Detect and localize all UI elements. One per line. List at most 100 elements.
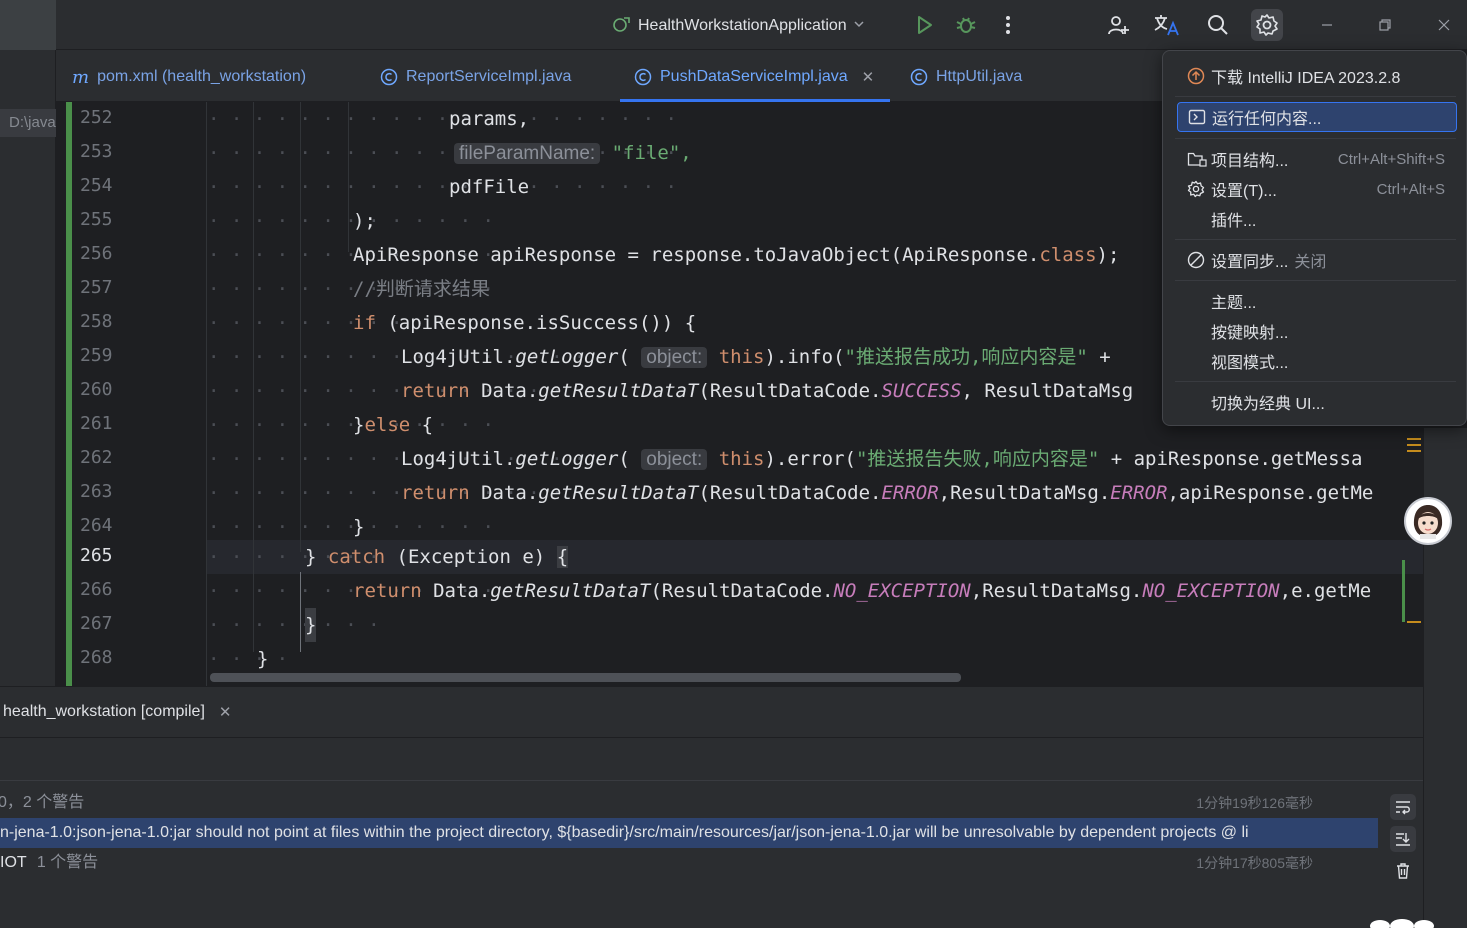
- line-number: 252: [80, 107, 113, 128]
- line-number: 265: [80, 545, 113, 566]
- run-configuration-label: HealthWorkstationApplication: [638, 17, 847, 34]
- tab-label: pom.xml (health_workstation): [97, 68, 307, 85]
- code-line-268: · · · · }: [208, 648, 289, 670]
- menu-item-download-update[interactable]: 下载 IntelliJ IDEA 2023.2.8: [1177, 61, 1457, 91]
- line-number: 267: [80, 613, 113, 634]
- tab-pom-xml[interactable]: m pom.xml (health_workstation): [72, 50, 306, 102]
- vertical-dots-icon: [1006, 16, 1010, 34]
- run-button[interactable]: [908, 9, 940, 41]
- line-number: 268: [80, 647, 113, 668]
- tab-reportserviceimpl[interactable]: ReportServiceImpl.java: [380, 50, 571, 102]
- project-panel-strip: [0, 50, 56, 686]
- assistant-avatar[interactable]: [1404, 497, 1452, 545]
- tab-label: PushDataServiceImpl.java: [660, 68, 848, 85]
- sync-off-icon: [1187, 251, 1205, 269]
- warning-stripe-marker[interactable]: [1407, 444, 1421, 446]
- build-output-line[interactable]: IOT 1 个警告 1分钟17秒805毫秒: [0, 848, 1378, 878]
- close-window-button[interactable]: [1431, 12, 1457, 38]
- debug-button[interactable]: [950, 9, 982, 41]
- tab-label: HttpUtil.java: [936, 68, 1023, 85]
- matched-brace: {: [556, 546, 569, 568]
- warning-stripe-marker[interactable]: [1407, 438, 1421, 440]
- build-tab-label: health_workstation [compile]: [3, 703, 205, 720]
- ide-settings-menu: 下载 IntelliJ IDEA 2023.2.8 运行任何内容... 项目结构…: [1162, 50, 1467, 426]
- run-icon: [918, 16, 932, 34]
- line-number: 262: [80, 447, 113, 468]
- line-number: 259: [80, 345, 113, 366]
- code-line-266: · · · · · · · · · · · · · return Data.ge…: [208, 580, 1372, 602]
- parameter-hint: object:: [641, 347, 708, 368]
- menu-item-keymap[interactable]: 按键映射...: [1177, 316, 1457, 346]
- menu-item-theme[interactable]: 主题...: [1177, 286, 1457, 316]
- gear-icon: [1187, 180, 1205, 198]
- translate-button[interactable]: [1151, 9, 1183, 41]
- build-tabs: health_workstation [compile] ✕: [0, 687, 1423, 738]
- close-tab-icon[interactable]: ✕: [219, 703, 232, 721]
- restore-button[interactable]: [1372, 12, 1398, 38]
- tab-pushdataserviceimpl[interactable]: PushDataServiceImpl.java ✕: [619, 50, 891, 102]
- line-number: 258: [80, 311, 113, 332]
- search-everywhere-button[interactable]: [1202, 9, 1234, 41]
- scroll-vcs-marker: [1402, 560, 1405, 622]
- line-number: 256: [80, 243, 113, 264]
- tab-httputil[interactable]: HttpUtil.java: [910, 50, 1022, 102]
- menu-item-project-structure[interactable]: 项目结构... Ctrl+Alt+Shift+S: [1177, 144, 1457, 174]
- project-path-chip[interactable]: D:\java: [0, 109, 56, 137]
- translate-icon: [1154, 15, 1179, 36]
- menu-item-settings[interactable]: 设置(T)... Ctrl+Alt+S: [1177, 174, 1457, 204]
- scroll-down-icon: [1396, 833, 1410, 846]
- menu-item-settings-sync[interactable]: 设置同步... 关闭: [1177, 245, 1457, 275]
- menu-item-switch-classic-ui[interactable]: 切换为经典 UI...: [1177, 387, 1457, 417]
- horizontal-scrollbar[interactable]: [210, 673, 961, 682]
- warning-stripe-marker[interactable]: [1407, 450, 1421, 452]
- code-line-265: · · · · · · · · } catch (Exception e) {: [208, 546, 569, 568]
- folder-icon: [1187, 152, 1207, 167]
- spring-boot-icon: [612, 14, 632, 39]
- soft-wrap-button[interactable]: [1390, 794, 1416, 820]
- ide-settings-button[interactable]: [1251, 9, 1283, 41]
- line-number: 261: [80, 413, 113, 434]
- run-configuration-selector[interactable]: HealthWorkstationApplication: [612, 13, 865, 39]
- main-menu-area[interactable]: [0, 0, 56, 50]
- line-number: 257: [80, 277, 113, 298]
- update-arrow-icon: [1187, 67, 1205, 85]
- minimize-icon: [1322, 24, 1332, 26]
- gear-icon: [1256, 14, 1278, 36]
- add-user-icon: [1108, 16, 1129, 35]
- tab-build-compile[interactable]: health_workstation [compile] ✕: [3, 703, 231, 721]
- line-number: 253: [80, 141, 113, 162]
- build-output-line-selected[interactable]: n-jena-1.0:json-jena-1.0:jar should not …: [0, 818, 1378, 848]
- line-number: 264: [80, 515, 113, 536]
- line-number: 260: [80, 379, 113, 400]
- minimize-button[interactable]: [1314, 12, 1340, 38]
- trash-icon: [1397, 863, 1409, 879]
- decorative-cloud: [1370, 919, 1434, 928]
- code-with-me-button[interactable]: [1102, 9, 1134, 41]
- menu-item-run-anything[interactable]: 运行任何内容...: [1177, 102, 1457, 132]
- line-number: 266: [80, 579, 113, 600]
- close-icon: [1438, 19, 1450, 31]
- warning-stripe-marker[interactable]: [1407, 621, 1421, 623]
- code-line-262: · · · · · · · · · · · · · · · · · Log4jU…: [208, 448, 1363, 470]
- restore-icon: [1379, 19, 1391, 31]
- scroll-to-end-button[interactable]: [1390, 826, 1416, 852]
- line-number: 263: [80, 481, 113, 502]
- class-icon: [910, 68, 928, 86]
- menu-item-plugins[interactable]: 插件...: [1177, 204, 1457, 234]
- menu-item-view-mode[interactable]: 视图模式...: [1177, 346, 1457, 376]
- close-tab-icon[interactable]: ✕: [862, 68, 875, 86]
- run-anything-icon: [1188, 109, 1206, 125]
- code-line-264: · · · · · · · · · · · · · }: [208, 516, 494, 538]
- parameter-hint: fileParamName:: [454, 143, 601, 164]
- clear-all-button[interactable]: [1390, 858, 1416, 884]
- class-icon: [380, 68, 398, 86]
- tab-label: ReportServiceImpl.java: [406, 68, 572, 85]
- more-actions-button[interactable]: [992, 9, 1024, 41]
- build-output-line[interactable]: 0，2 个警告 1分钟19秒126毫秒: [0, 788, 1378, 818]
- avatar-icon: [1413, 505, 1443, 539]
- code-line-267: · · · · · · · · }: [56, 608, 1423, 642]
- search-icon: [1208, 15, 1228, 35]
- line-number: 255: [80, 209, 113, 230]
- wrap-icon: [1396, 801, 1410, 815]
- maven-m-icon: m: [72, 66, 90, 88]
